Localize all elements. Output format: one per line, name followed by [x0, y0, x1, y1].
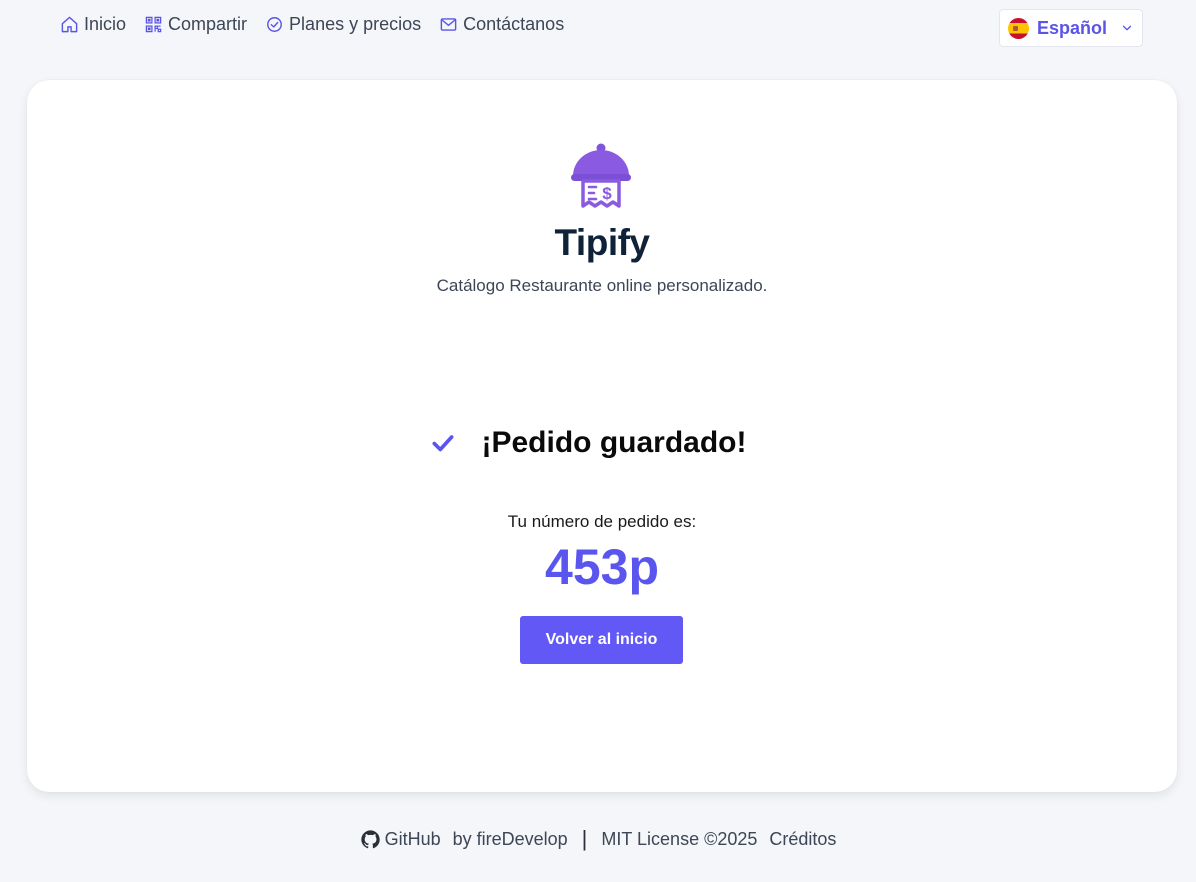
brand-name: Tipify [554, 222, 651, 263]
nav-item-planes[interactable]: Planes y precios [265, 14, 421, 35]
nav-item-contactanos[interactable]: Contáctanos [439, 14, 564, 35]
svg-text:$: $ [602, 184, 612, 203]
language-label: Español [1037, 17, 1108, 38]
spain-flag-icon [1008, 17, 1029, 39]
nav-links: Inicio Compartir Planes y precios Contác… [60, 14, 564, 35]
order-number-label: Tu número de pedido es: [507, 512, 697, 531]
nav-item-compartir[interactable]: Compartir [144, 14, 247, 35]
nav-item-inicio[interactable]: Inicio [60, 14, 126, 35]
language-select[interactable]: Español [999, 9, 1143, 47]
qr-code-icon [145, 16, 162, 33]
footer: GitHub by fireDevelop | MIT License ©202… [0, 826, 1196, 852]
github-label: GitHub [384, 828, 441, 849]
back-to-home-button[interactable]: Volver al inicio [520, 616, 683, 664]
status-heading: ¡Pedido guardado! [27, 426, 1177, 460]
github-icon [360, 829, 380, 848]
status-title: ¡Pedido guardado! [481, 426, 747, 459]
license-link[interactable]: MIT License ©2025 [601, 829, 757, 850]
nav-item-label: Planes y precios [289, 14, 422, 34]
nav-item-label: Inicio [84, 14, 127, 34]
chevron-down-icon [1122, 25, 1132, 31]
nav-item-label: Compartir [168, 14, 248, 34]
top-navigation: Inicio Compartir Planes y precios Contác… [0, 0, 1196, 56]
footer-separator: | [581, 826, 588, 851]
nav-item-label: Contáctanos [463, 14, 565, 34]
check-circle-icon [267, 17, 282, 32]
author-link[interactable]: by fireDevelop [453, 829, 568, 850]
order-confirmation-card: $ Tipify Catálogo Restaurante online per… [27, 80, 1177, 792]
cloche-receipt-icon: $ [571, 143, 631, 208]
credits-link[interactable]: Créditos [769, 829, 836, 850]
mail-icon [440, 18, 457, 31]
check-icon [431, 435, 454, 452]
order-number: 453p [545, 539, 659, 595]
home-icon [61, 16, 78, 33]
github-link[interactable]: GitHub [360, 829, 441, 850]
brand-tagline: Catálogo Restaurante online personalizad… [436, 276, 768, 295]
